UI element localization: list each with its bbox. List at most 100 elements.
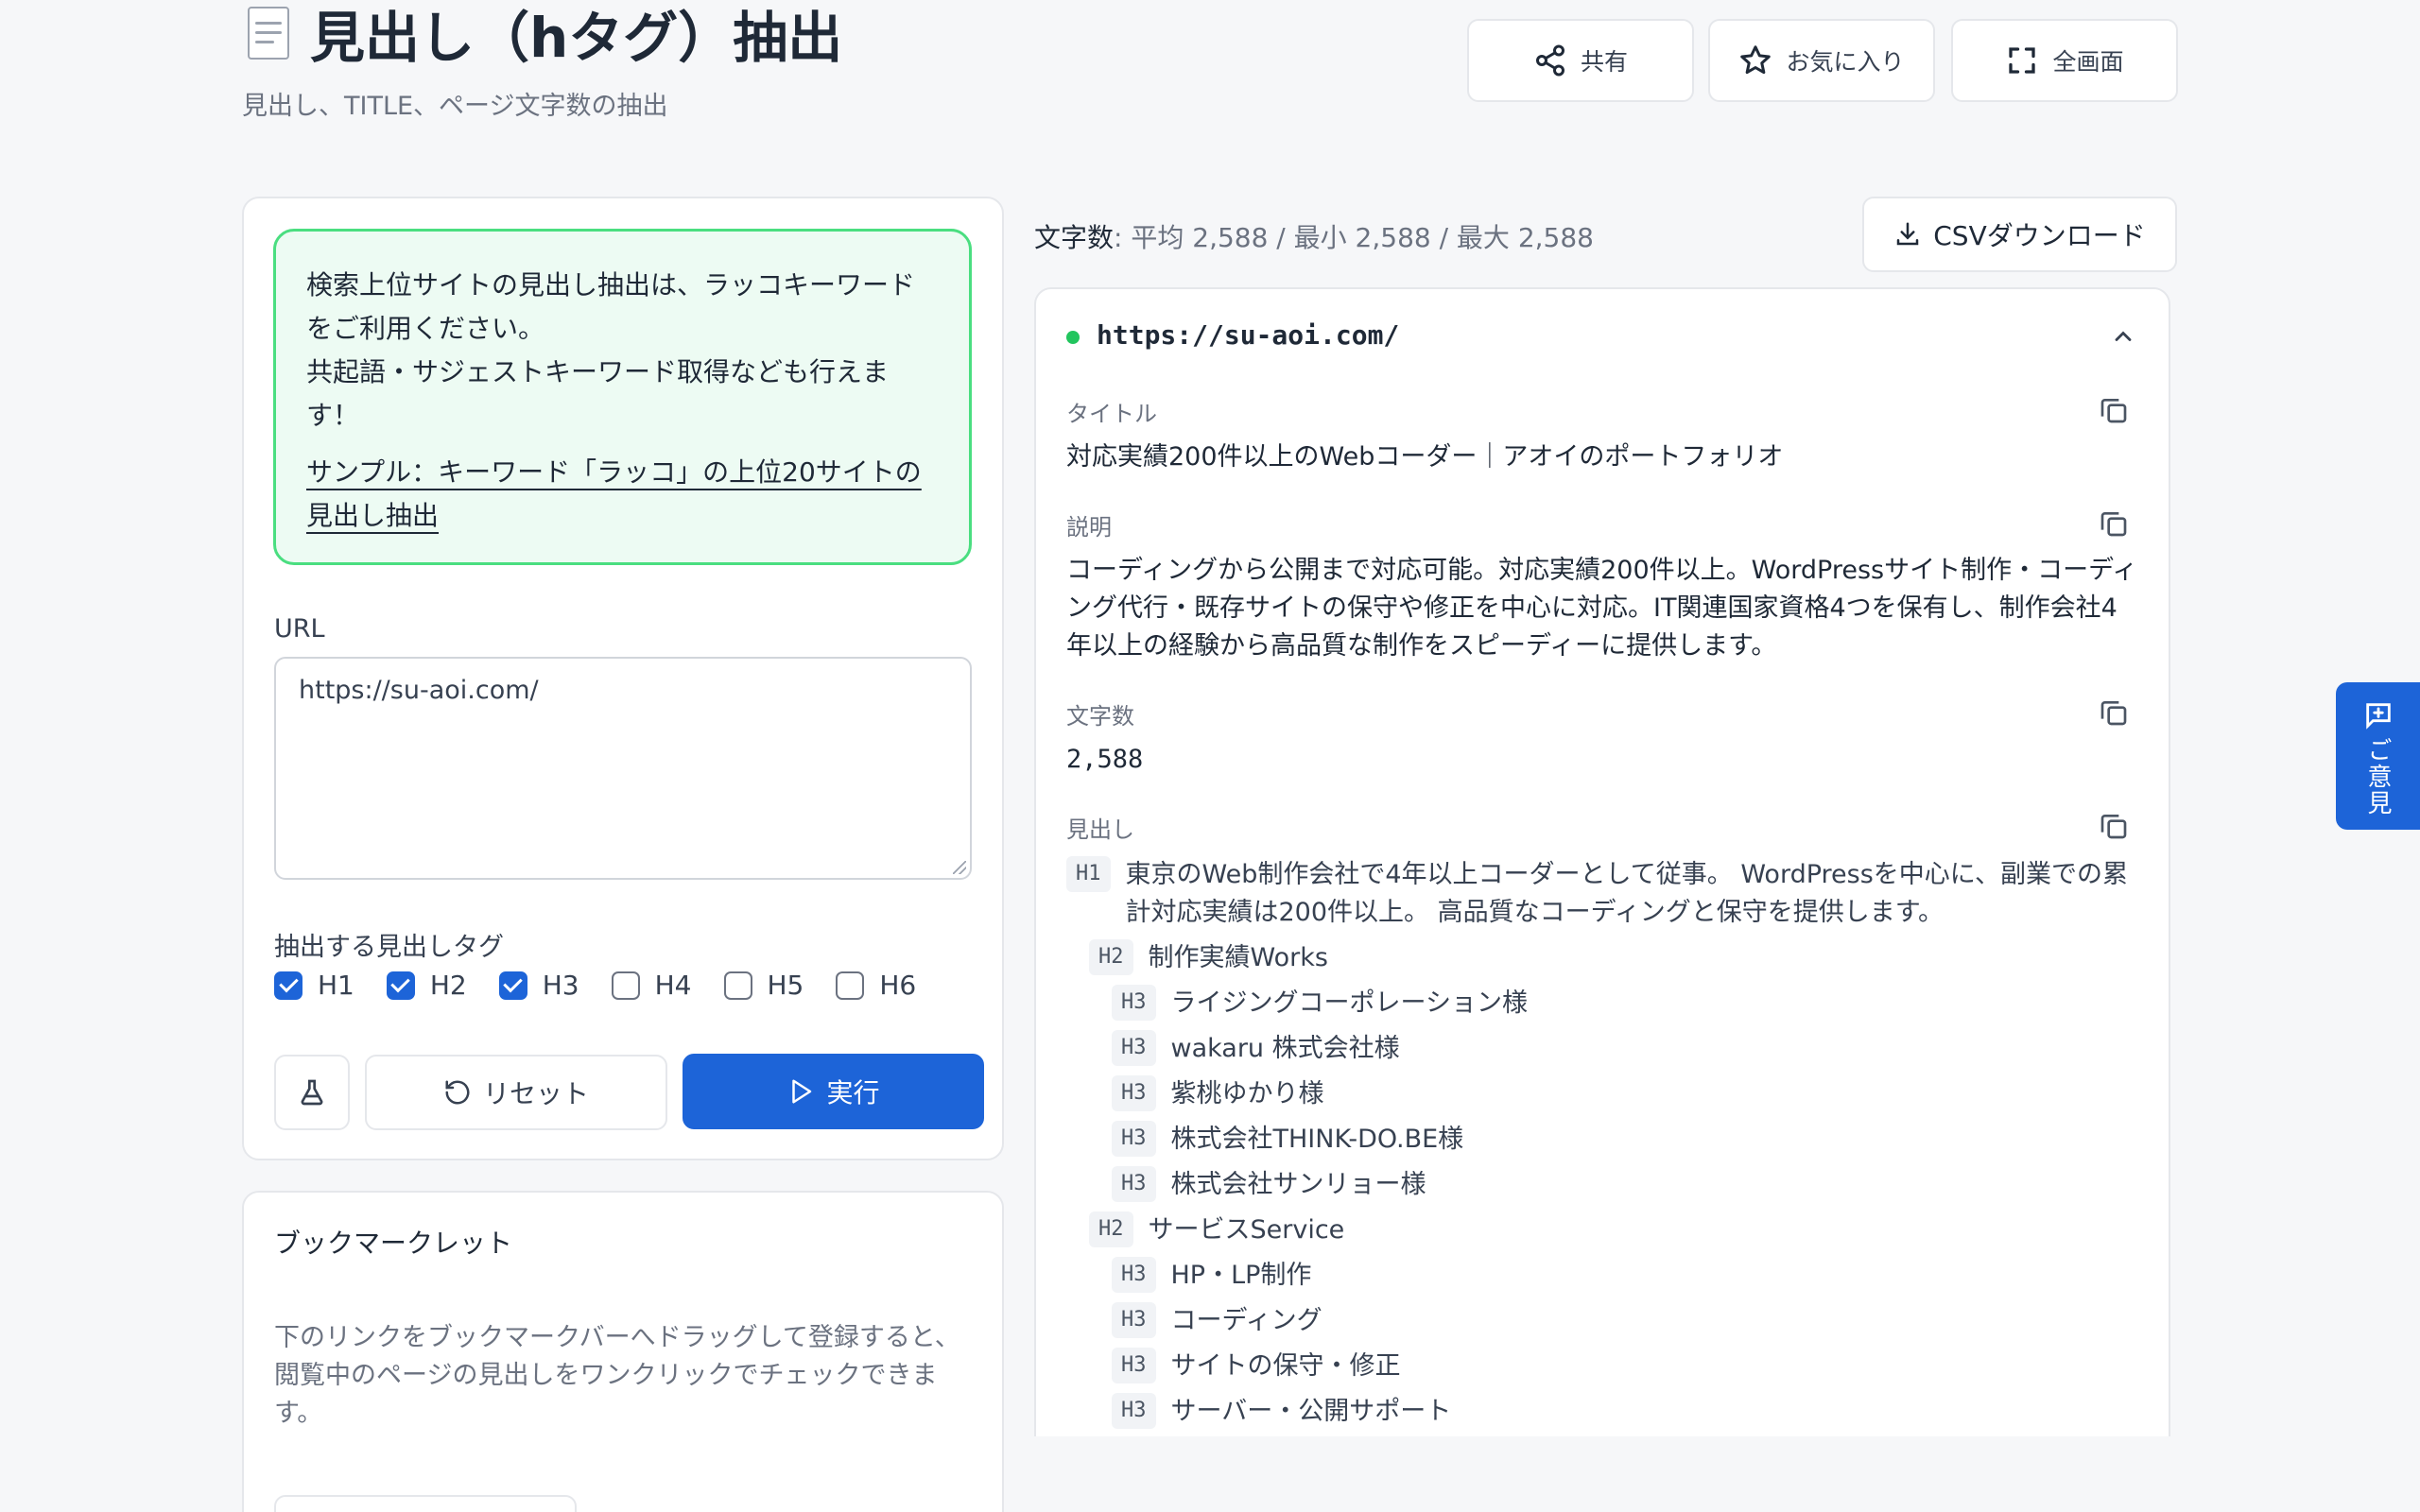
checkbox-h2[interactable] bbox=[386, 971, 415, 1000]
heading-tag: H3 bbox=[1112, 1302, 1156, 1338]
feedback-tab[interactable]: ご意見 bbox=[2336, 682, 2420, 830]
heading-text: wakaru 株式会社様 bbox=[1170, 1034, 1400, 1063]
tag-checkbox-h5[interactable]: H5 bbox=[723, 970, 804, 1001]
flask-icon bbox=[301, 1079, 323, 1106]
download-icon bbox=[1897, 222, 1919, 246]
checkbox-h6[interactable] bbox=[836, 971, 865, 1000]
heading-text: HP・LP制作 bbox=[1170, 1261, 1312, 1290]
heading-row: H2 制作実績Works bbox=[1089, 939, 1328, 977]
fullscreen-button[interactable]: 全画面 bbox=[1951, 19, 2178, 102]
bookmarklet-description: 下のリンクをブックマークバーへドラッグして登録すると、閲覧中のページの見出しをワ… bbox=[274, 1323, 960, 1428]
bookmarklet-link[interactable] bbox=[274, 1495, 577, 1512]
heading-text: 株式会社THINK-DO.BE様 bbox=[1170, 1125, 1464, 1154]
scroll-fade bbox=[1034, 1436, 2170, 1512]
heading-row: H3 ライジングコーポレーション様 bbox=[1112, 985, 1528, 1022]
tag-checkbox-h4[interactable]: H4 bbox=[611, 970, 692, 1001]
heading-row: H3 コーディング bbox=[1112, 1302, 1322, 1340]
heading-tag: H3 bbox=[1112, 1257, 1156, 1293]
heading-tag: H3 bbox=[1112, 1393, 1156, 1429]
heading-tag: H3 bbox=[1112, 1075, 1156, 1111]
document-icon bbox=[242, 5, 293, 61]
heading-row: H2 サービスService bbox=[1089, 1211, 1344, 1249]
heading-row: H3 株式会社THINK-DO.BE様 bbox=[1112, 1121, 1463, 1159]
sample-link[interactable]: サンプル：キーワード「ラッコ」の上位20サイトの見出し抽出 bbox=[306, 451, 939, 538]
heading-row: H1 東京のWeb制作会社で4年以上コーダーとして従事。 WordPressを中… bbox=[1066, 856, 2139, 932]
tag-checkbox-h2[interactable]: H2 bbox=[386, 970, 467, 1001]
share-icon bbox=[1535, 44, 1564, 77]
url-input[interactable]: https://su-aoi.com/ bbox=[274, 657, 972, 880]
share-label: 共有 bbox=[1580, 48, 1628, 76]
tag-checkbox-h3[interactable]: H3 bbox=[498, 970, 579, 1001]
heading-text: サイトの保守・修正 bbox=[1170, 1351, 1401, 1381]
tags-label: 抽出する見出しタグ bbox=[274, 933, 504, 962]
tag-checkbox-h6[interactable]: H6 bbox=[836, 970, 916, 1001]
heading-tag: H2 bbox=[1089, 1211, 1133, 1247]
notice-text-1: 検索上位サイトの見出し抽出は、ラッコキーワードをご利用ください。 bbox=[306, 269, 916, 344]
heading-row: H3 サイトの保守・修正 bbox=[1112, 1348, 1401, 1385]
resize-handle[interactable] bbox=[953, 861, 966, 874]
copy-description-icon[interactable] bbox=[2099, 508, 2129, 539]
copy-headings-icon[interactable] bbox=[2099, 811, 2129, 841]
fullscreen-label: 全画面 bbox=[2052, 48, 2124, 76]
feedback-label: ご意見 bbox=[2363, 737, 2392, 816]
heading-text: コーディング bbox=[1170, 1306, 1322, 1335]
heading-row: H3 紫桃ゆかり様 bbox=[1112, 1075, 1324, 1113]
share-button[interactable]: 共有 bbox=[1467, 19, 1694, 102]
favorite-label: お気に入り bbox=[1786, 48, 1905, 76]
play-icon bbox=[792, 1079, 812, 1104]
heading-tag: H3 bbox=[1112, 1166, 1156, 1202]
notice-box: 検索上位サイトの見出し抽出は、ラッコキーワードをご利用ください。 共起語・サジェ… bbox=[273, 229, 972, 565]
checkbox-h4[interactable] bbox=[611, 971, 640, 1000]
star-icon bbox=[1740, 45, 1772, 75]
heading-row: H3 wakaru 株式会社様 bbox=[1112, 1030, 1400, 1068]
heading-text: サーバー・公開サポート bbox=[1170, 1397, 1452, 1426]
bookmarklet-title: ブックマークレット bbox=[274, 1228, 513, 1259]
reset-label: リセット bbox=[482, 1078, 589, 1109]
result-url: https://su-aoi.com/ bbox=[1097, 319, 1400, 351]
heading-row: H3 サーバー・公開サポート bbox=[1112, 1393, 1451, 1431]
copy-title-icon[interactable] bbox=[2099, 395, 2129, 425]
csv-download-label: CSVダウンロード bbox=[1933, 220, 2146, 251]
checkbox-h1[interactable] bbox=[274, 971, 302, 1000]
description-value: コーディングから公開まで対応可能。対応実績200件以上。WordPressサイト… bbox=[1066, 556, 2138, 661]
heading-tag: H2 bbox=[1089, 939, 1133, 975]
page-title: 見出し（hタグ）抽出 bbox=[242, 0, 842, 70]
char-count-label: 文字数 bbox=[1066, 703, 1134, 730]
description-label: 説明 bbox=[1066, 514, 1112, 541]
title-value: 対応実績200件以上のWebコーダー｜アオイのポートフォリオ bbox=[1066, 442, 1784, 472]
tag-checkboxes: H1 H2 H3 H4 H5 H6 bbox=[274, 970, 948, 1001]
sample-button[interactable] bbox=[274, 1055, 350, 1130]
page-subtitle: 見出し、TITLE、ページ文字数の抽出 bbox=[242, 92, 668, 121]
heading-text: 東京のWeb制作会社で4年以上コーダーとして従事。 WordPressを中心に、… bbox=[1125, 860, 2128, 927]
heading-text: 紫桃ゆかり様 bbox=[1170, 1079, 1324, 1108]
heading-text: ライジングコーポレーション様 bbox=[1170, 988, 1528, 1018]
heading-text: 制作実績Works bbox=[1148, 943, 1328, 972]
headings-label: 見出し bbox=[1066, 816, 1134, 843]
status-dot bbox=[1066, 331, 1080, 344]
reset-button[interactable]: リセット bbox=[365, 1055, 667, 1130]
heading-tag: H3 bbox=[1112, 1030, 1156, 1066]
char-stats-value: : 平均 2,588 / 最小 2,588 / 最大 2,588 bbox=[1114, 222, 1594, 253]
url-input-value: https://su-aoi.com/ bbox=[299, 676, 539, 705]
heading-tag: H3 bbox=[1112, 1121, 1156, 1157]
notice-text-2: 共起語・サジェストキーワード取得なども行えます！ bbox=[306, 356, 890, 431]
char-stats-label: 文字数 bbox=[1034, 222, 1115, 253]
run-label: 実行 bbox=[826, 1077, 880, 1108]
favorite-button[interactable]: お気に入り bbox=[1708, 19, 1935, 102]
url-label: URL bbox=[274, 614, 325, 644]
char-count-value: 2,588 bbox=[1066, 745, 1144, 774]
csv-download-button[interactable]: CSVダウンロード bbox=[1862, 197, 2177, 272]
heading-text: サービスService bbox=[1148, 1215, 1345, 1245]
copy-char-count-icon[interactable] bbox=[2099, 697, 2129, 728]
heading-row: H3 株式会社サンリョー様 bbox=[1112, 1166, 1426, 1204]
heading-tag: H3 bbox=[1112, 985, 1156, 1021]
feedback-icon bbox=[2365, 703, 2391, 730]
tag-checkbox-h1[interactable]: H1 bbox=[274, 970, 354, 1001]
heading-text: 株式会社サンリョー様 bbox=[1170, 1170, 1426, 1199]
page-title-text: 見出し（hタグ）抽出 bbox=[310, 6, 843, 70]
checkbox-h5[interactable] bbox=[723, 971, 752, 1000]
checkbox-h3[interactable] bbox=[498, 971, 527, 1000]
chevron-up-icon[interactable] bbox=[2110, 323, 2136, 350]
run-button[interactable]: 実行 bbox=[683, 1054, 984, 1129]
reset-icon bbox=[445, 1080, 470, 1105]
